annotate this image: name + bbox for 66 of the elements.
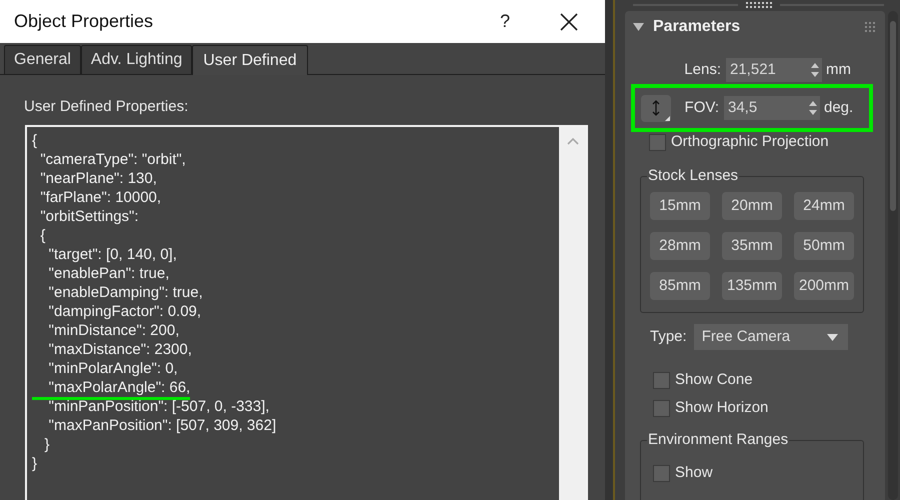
dropdown-caret-icon[interactable] — [826, 334, 838, 340]
code-line: "enablePan": true, — [48, 264, 170, 283]
spinner-arrows-icon[interactable] — [809, 100, 817, 116]
checkbox[interactable] — [649, 134, 666, 150]
code-line: "target": [0, 140, 0], — [48, 245, 177, 264]
window-title: Object Properties — [14, 10, 154, 33]
code-line: "minPolarAngle": 0, — [48, 359, 178, 378]
code-line: { — [32, 131, 38, 150]
checkbox[interactable] — [653, 464, 670, 482]
lens-button[interactable]: 200mm — [794, 272, 854, 300]
code-line: "enableDamping": true, — [48, 283, 203, 302]
code-line: } — [32, 454, 38, 473]
field-label: User Defined Properties: — [24, 98, 188, 115]
close-icon[interactable] — [560, 12, 578, 30]
lens-button[interactable]: 85mm — [650, 272, 710, 300]
corner-triangle-icon — [665, 116, 670, 120]
unit-label: deg. — [824, 98, 854, 118]
code-line: "cameraType": "orbit", — [39, 150, 186, 169]
vertical-resize-button[interactable] — [641, 94, 671, 122]
dropdown[interactable]: Free Camera — [694, 324, 848, 350]
checkbox[interactable] — [653, 400, 670, 416]
scrollbar[interactable] — [888, 11, 898, 500]
spinner-field[interactable]: 34,5 — [724, 96, 820, 120]
lens-button[interactable]: 135mm — [722, 272, 782, 300]
tab[interactable]: User Defined — [192, 45, 308, 75]
code-line: "minDistance": 200, — [48, 321, 180, 340]
code-line: "farPlane": 10000, — [39, 188, 162, 207]
code-line: "orbitSettings": — [39, 207, 139, 226]
checkbox[interactable] — [653, 372, 670, 388]
collapse-triangle-icon[interactable] — [633, 23, 645, 31]
lens-button[interactable]: 28mm — [650, 232, 710, 260]
vertical-arrows-icon — [652, 100, 660, 116]
group-title: Environment Ranges — [647, 430, 790, 450]
checkbox-label: Show Horizon — [675, 398, 768, 418]
code-line: "nearPlane": 130, — [39, 169, 157, 188]
spinner-field[interactable]: 21,521 — [726, 58, 822, 82]
field-label: FOV: — [684, 98, 720, 118]
lens-button[interactable]: 50mm — [794, 232, 854, 260]
lens-button[interactable]: 35mm — [722, 232, 782, 260]
code-line: "maxPanPosition": [507, 309, 362] — [48, 416, 276, 435]
lens-button[interactable]: 20mm — [722, 192, 782, 220]
lens-button[interactable]: 15mm — [650, 192, 710, 220]
field-label: Lens: — [683, 60, 722, 80]
spinner-arrows-icon[interactable] — [811, 62, 819, 78]
panel-title[interactable]: Parameters — [653, 15, 865, 39]
code-line: } — [44, 435, 50, 454]
scroll-thumb[interactable] — [890, 21, 896, 211]
code-line: "maxDistance": 2300, — [48, 340, 192, 359]
grip-icon[interactable] — [865, 22, 875, 32]
text-area[interactable] — [25, 125, 588, 500]
scrollbar[interactable] — [559, 127, 586, 500]
scroll-up-icon[interactable] — [566, 137, 578, 145]
tab[interactable]: General — [4, 45, 81, 74]
code-line: { — [39, 226, 46, 245]
code-line: "minPanPosition": [-507, 0, -333], — [48, 397, 270, 416]
checkbox-label: Show Cone — [675, 370, 753, 390]
unit-label: mm — [826, 60, 851, 80]
grip-icon[interactable] — [746, 2, 772, 8]
code-line: "dampingFactor": 0.09, — [48, 302, 202, 321]
help-button[interactable]: ? — [490, 8, 520, 35]
checkbox-label: Orthographic Projection — [671, 132, 829, 152]
tab[interactable]: Adv. Lighting — [80, 45, 192, 74]
lens-button[interactable]: 24mm — [794, 192, 854, 220]
checkbox-label: Show — [675, 462, 713, 483]
code-line: "maxPolarAngle": 66, — [32, 378, 190, 400]
field-label: Type: — [650, 326, 687, 347]
